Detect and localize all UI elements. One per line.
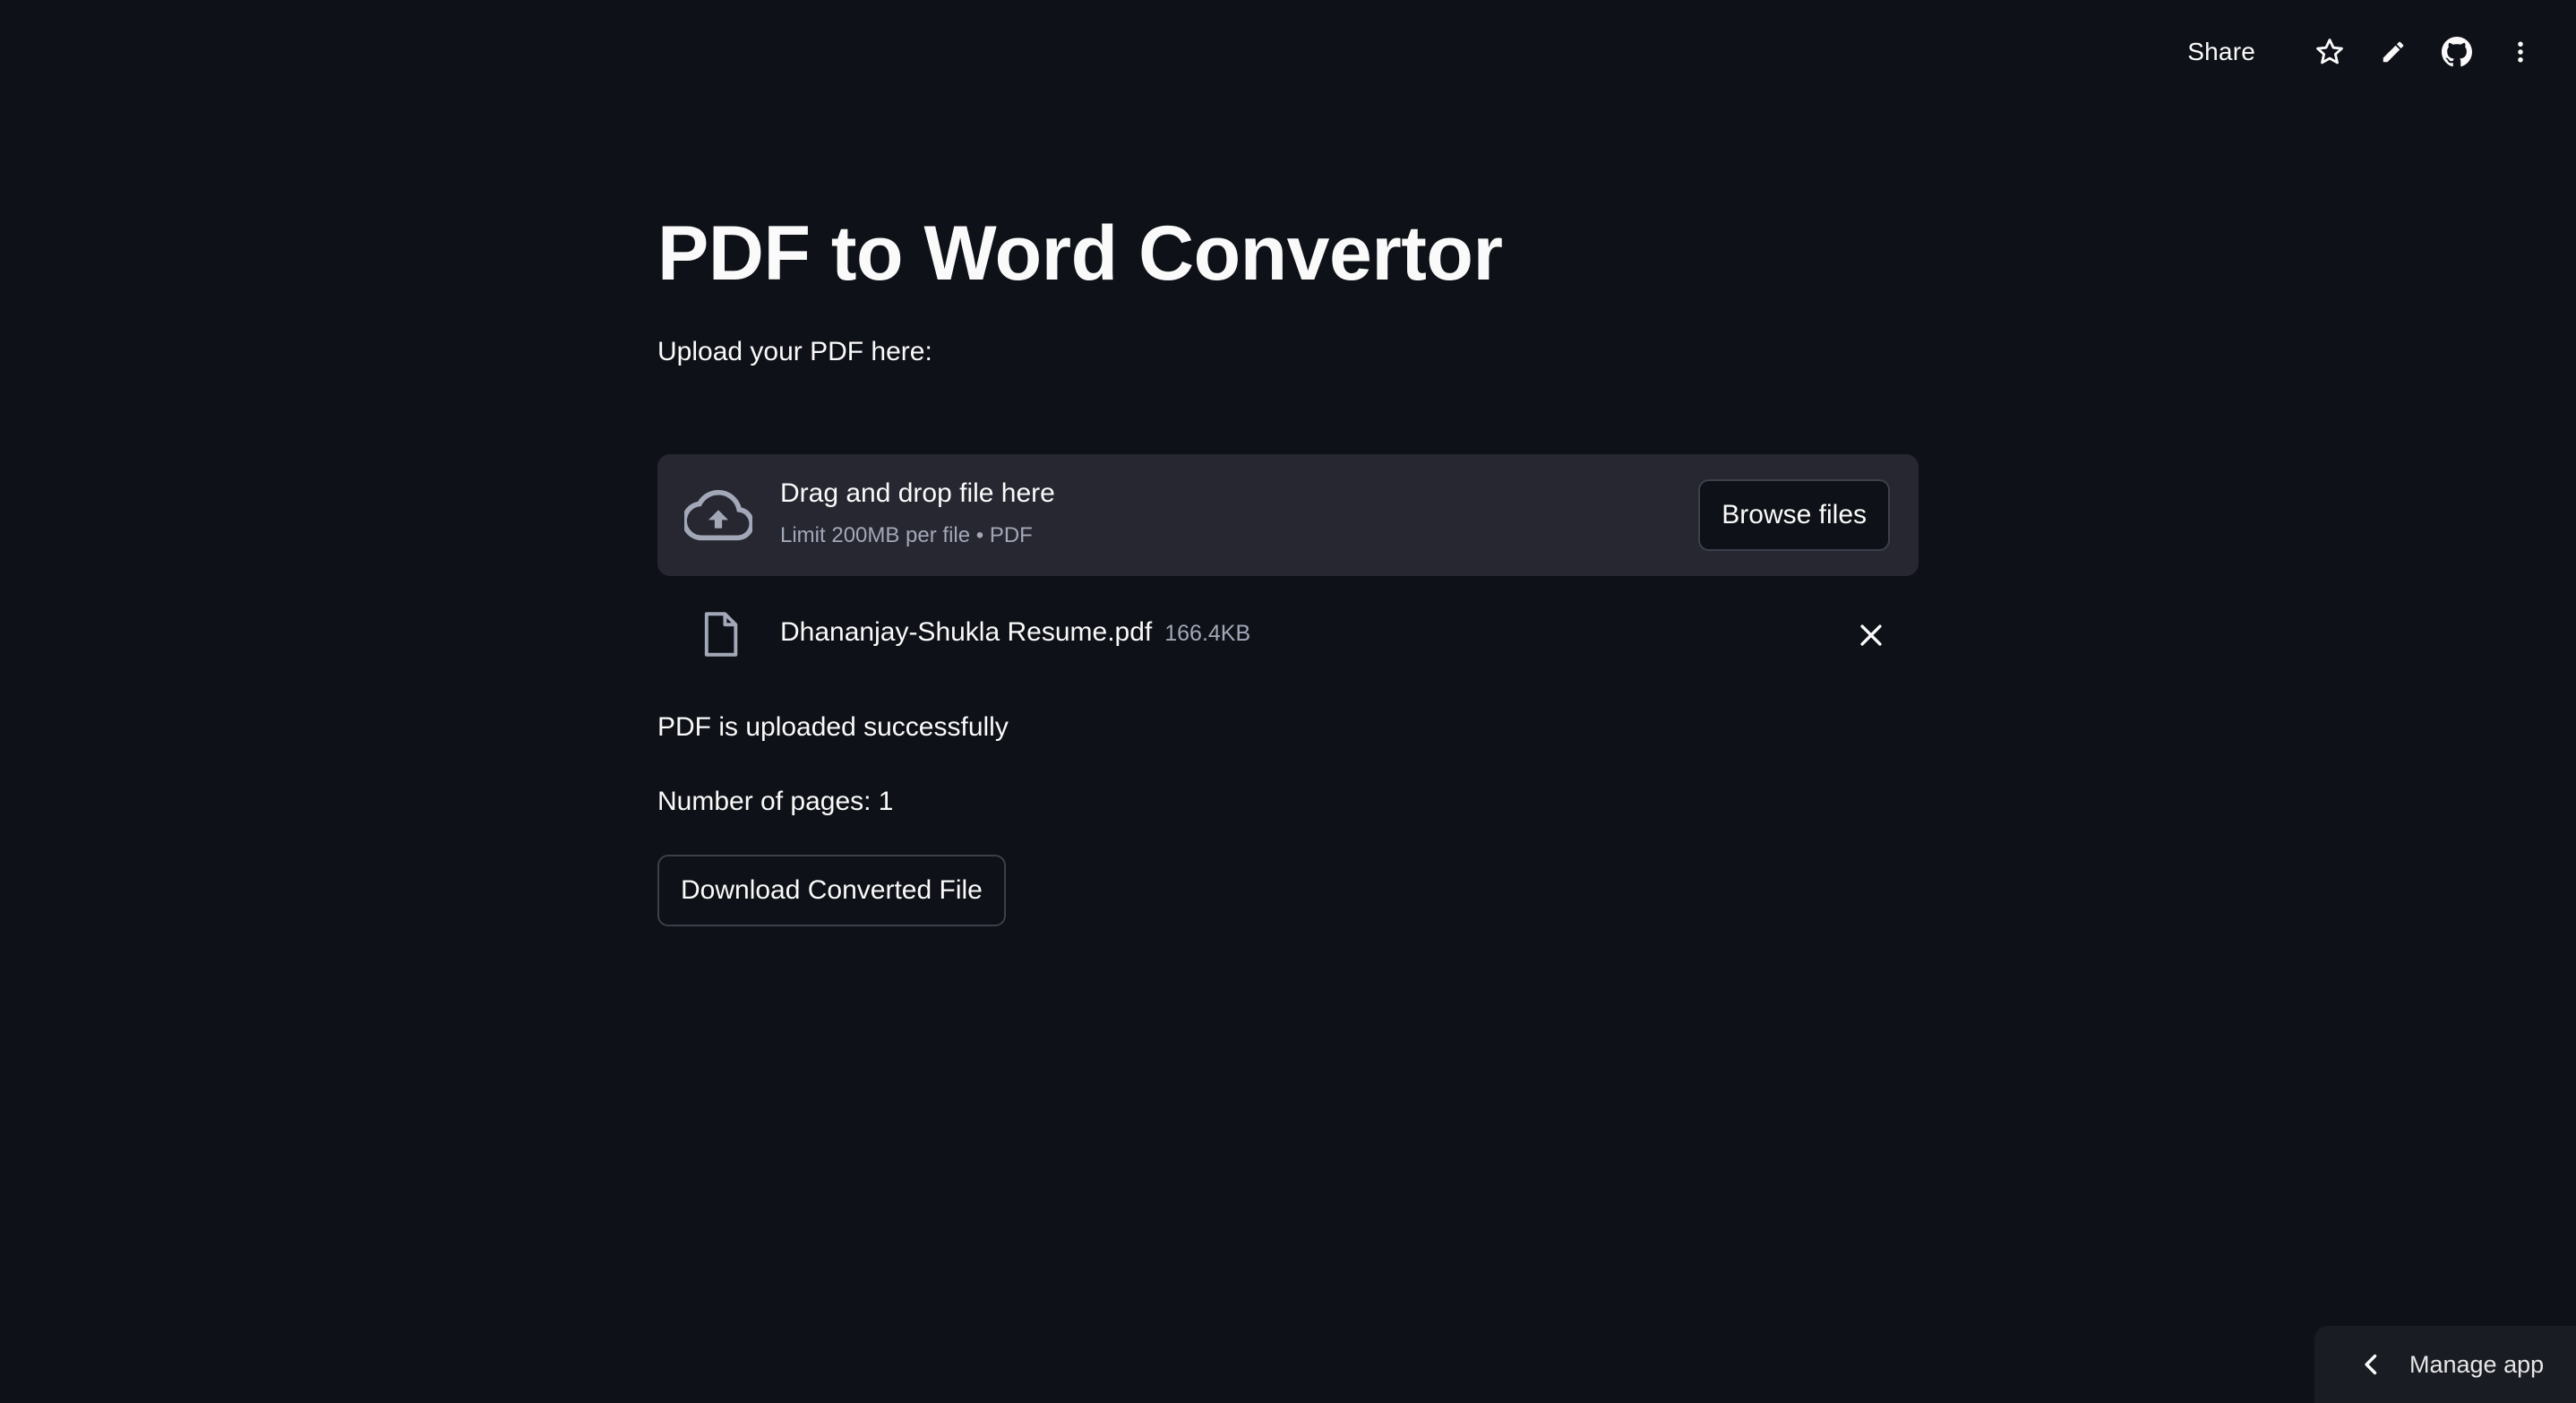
file-dropzone[interactable]: Drag and drop file here Limit 200MB per … [657, 454, 1919, 576]
manage-app-label: Manage app [2409, 1350, 2545, 1378]
more-vertical-icon[interactable] [2501, 32, 2540, 72]
uploaded-file-row: Dhananjay-Shukla Resume.pdf 166.4KB [657, 606, 1919, 659]
upload-label: Upload your PDF here: [657, 337, 932, 366]
chevron-left-icon [2365, 1354, 2377, 1375]
page-title: PDF to Word Convertor [657, 211, 1503, 297]
file-icon [704, 612, 738, 657]
upload-status-message: PDF is uploaded successfully [657, 712, 1009, 742]
close-icon[interactable] [1856, 620, 1886, 650]
share-button[interactable]: Share [2187, 38, 2255, 66]
uploaded-file-name: Dhananjay-Shukla Resume.pdf [780, 617, 1153, 647]
manage-app-button[interactable]: Manage app [2314, 1326, 2576, 1403]
cloud-upload-icon [684, 489, 752, 541]
browse-files-button[interactable]: Browse files [1698, 479, 1890, 551]
pencil-icon[interactable] [2374, 32, 2413, 72]
page-count-text: Number of pages: 1 [657, 787, 894, 816]
dropzone-limit: Limit 200MB per file • PDF [780, 523, 1033, 547]
dropzone-title: Drag and drop file here [780, 478, 1055, 508]
star-icon[interactable] [2310, 32, 2349, 72]
uploaded-file-size: 166.4KB [1164, 621, 1251, 646]
download-converted-button[interactable]: Download Converted File [657, 855, 1006, 926]
uploaded-file-info: Dhananjay-Shukla Resume.pdf 166.4KB [780, 615, 1250, 651]
top-toolbar: Share [2187, 27, 2540, 77]
github-icon[interactable] [2437, 32, 2477, 72]
